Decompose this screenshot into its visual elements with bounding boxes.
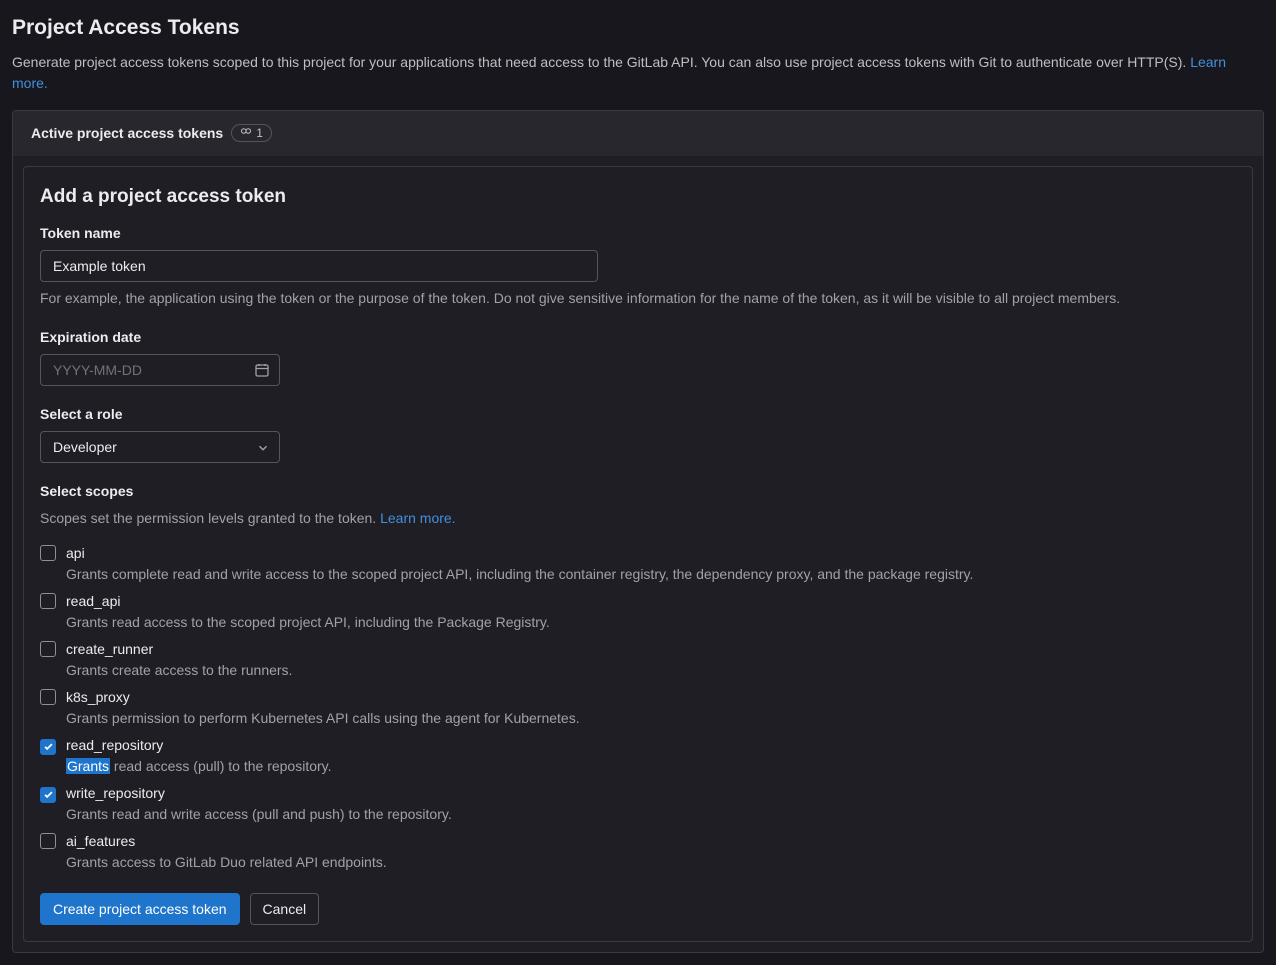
panel-header[interactable]: Active project access tokens 1	[13, 111, 1263, 156]
token-count-badge: 1	[231, 124, 272, 142]
scope-description: Grants create access to the runners.	[66, 660, 292, 681]
scope-row-ai_features: ai_featuresGrants access to GitLab Duo r…	[40, 831, 1236, 873]
token-count-value: 1	[256, 124, 263, 142]
scopes-intro: Scopes set the permission levels granted…	[40, 508, 1236, 529]
scope-row-api: apiGrants complete read and write access…	[40, 543, 1236, 585]
scope-row-read_repository: read_repositoryGrants read access (pull)…	[40, 735, 1236, 777]
add-token-form: Add a project access token Token name Fo…	[23, 166, 1253, 943]
scope-description: Grants read and write access (pull and p…	[66, 804, 452, 825]
scope-checkbox-read_repository[interactable]	[40, 739, 56, 755]
scope-description: Grants access to GitLab Duo related API …	[66, 852, 387, 873]
scope-description-rest: read access (pull) to the repository.	[110, 758, 332, 774]
highlighted-word: Grants	[66, 758, 110, 774]
scope-checkbox-k8s_proxy[interactable]	[40, 689, 56, 705]
scope-description: Grants complete read and write access to…	[66, 564, 973, 585]
scope-row-write_repository: write_repositoryGrants read and write ac…	[40, 783, 1236, 825]
scopes-intro-text: Scopes set the permission levels granted…	[40, 510, 380, 526]
scope-description: Grants permission to perform Kubernetes …	[66, 708, 580, 729]
role-select[interactable]: Developer	[40, 431, 280, 463]
scopes-learn-more-link[interactable]: Learn more.	[380, 510, 455, 526]
scope-name[interactable]: k8s_proxy	[66, 687, 580, 708]
scope-row-k8s_proxy: k8s_proxyGrants permission to perform Ku…	[40, 687, 1236, 729]
role-label: Select a role	[40, 404, 1236, 425]
page-description-text: Generate project access tokens scoped to…	[12, 54, 1190, 70]
token-name-label: Token name	[40, 223, 1236, 244]
scope-row-read_api: read_apiGrants read access to the scoped…	[40, 591, 1236, 633]
token-icon	[240, 124, 252, 142]
scope-checkbox-api[interactable]	[40, 545, 56, 561]
scope-name[interactable]: api	[66, 543, 973, 564]
form-heading: Add a project access token	[40, 183, 1236, 212]
scope-checkbox-write_repository[interactable]	[40, 787, 56, 803]
scope-checkbox-read_api[interactable]	[40, 593, 56, 609]
panel-header-label: Active project access tokens	[31, 123, 223, 144]
cancel-button[interactable]: Cancel	[250, 893, 320, 925]
token-name-help: For example, the application using the t…	[40, 288, 1236, 309]
token-name-input[interactable]	[40, 250, 598, 282]
scope-description: Grants read access to the scoped project…	[66, 612, 550, 633]
scope-name[interactable]: write_repository	[66, 783, 452, 804]
scope-row-create_runner: create_runnerGrants create access to the…	[40, 639, 1236, 681]
scopes-label: Select scopes	[40, 481, 1236, 502]
expiration-label: Expiration date	[40, 327, 1236, 348]
scope-name[interactable]: create_runner	[66, 639, 292, 660]
scope-name[interactable]: ai_features	[66, 831, 387, 852]
scope-name[interactable]: read_api	[66, 591, 550, 612]
scope-checkbox-create_runner[interactable]	[40, 641, 56, 657]
page-title: Project Access Tokens	[12, 12, 1264, 44]
scope-description: Grants read access (pull) to the reposit…	[66, 756, 332, 777]
tokens-panel: Active project access tokens 1 Add a pro…	[12, 110, 1264, 954]
page-description: Generate project access tokens scoped to…	[12, 52, 1264, 94]
scope-checkbox-ai_features[interactable]	[40, 833, 56, 849]
create-token-button[interactable]: Create project access token	[40, 893, 240, 925]
scope-name[interactable]: read_repository	[66, 735, 332, 756]
expiration-input[interactable]	[40, 354, 280, 386]
